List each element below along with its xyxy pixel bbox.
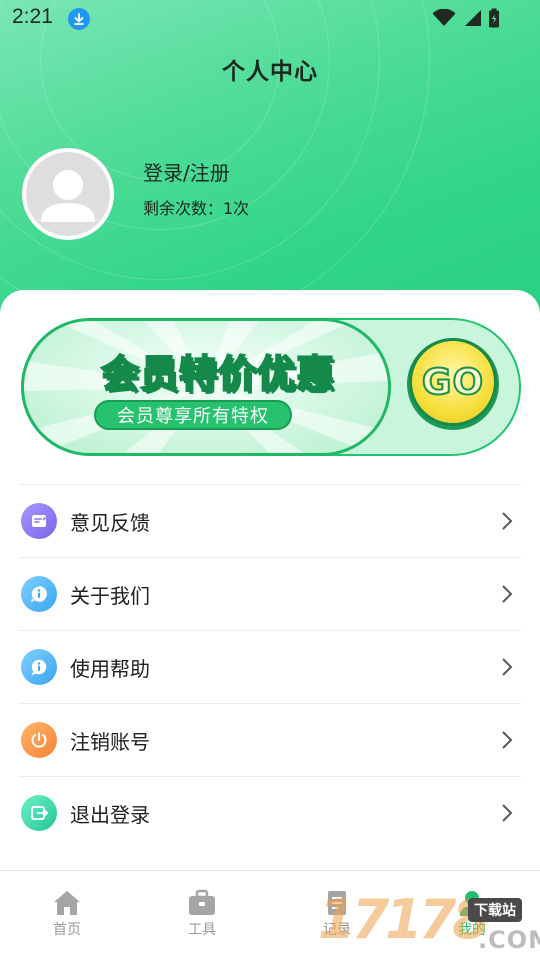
login-register-link[interactable]: 登录/注册 (143, 157, 230, 186)
tab-label: 首页 (53, 922, 81, 938)
home-icon (54, 891, 80, 915)
menu-item-help[interactable]: 使用帮助 (19, 630, 521, 703)
tab-home[interactable]: 首页 (27, 889, 107, 939)
battery-icon (489, 8, 499, 28)
chevron-right-icon (502, 585, 513, 603)
menu-item-label: 意见反馈 (70, 510, 150, 535)
info-icon (21, 576, 57, 612)
go-label: GO (421, 361, 485, 404)
settings-menu: 意见反馈 关于我们 使用帮助 注销账号 退出登录 (19, 484, 521, 849)
page-title: 个人中心 (222, 59, 318, 85)
menu-item-label: 注销账号 (70, 729, 150, 754)
menu-item-label: 退出登录 (70, 802, 150, 827)
download-status-icon (68, 8, 90, 30)
feedback-icon (21, 503, 57, 539)
signal-icon (465, 10, 481, 26)
logout-icon (21, 795, 57, 831)
banner-pill-face: 会员特价优惠 会员尊享所有特权 (24, 321, 388, 453)
site-watermark: 17178 下载站 .COM (318, 888, 540, 960)
watermark-domain: .COM (478, 926, 540, 954)
default-avatar-icon (41, 170, 95, 222)
menu-item-label: 关于我们 (70, 583, 150, 608)
wifi-icon (432, 9, 456, 26)
chevron-right-icon (502, 658, 513, 676)
menu-item-feedback[interactable]: 意见反馈 (19, 484, 521, 557)
avatar[interactable] (22, 148, 114, 240)
vip-banner[interactable]: 会员特价优惠 会员尊享所有特权 GO (21, 318, 521, 456)
tab-tools[interactable]: 工具 (162, 889, 242, 939)
menu-item-deregister[interactable]: 注销账号 (19, 703, 521, 776)
banner-pill: 会员特价优惠 会员尊享所有特权 (21, 318, 391, 456)
tab-label: 工具 (188, 922, 216, 938)
watermark-tag: 下载站 (468, 898, 522, 922)
help-icon (21, 649, 57, 685)
go-button[interactable]: GO (407, 338, 499, 430)
chevron-right-icon (502, 731, 513, 749)
remaining-count: 剩余次数：1次 (143, 199, 250, 218)
chevron-right-icon (502, 512, 513, 530)
deregister-icon (21, 722, 57, 758)
menu-item-logout[interactable]: 退出登录 (19, 776, 521, 849)
go-button-face: GO (409, 338, 497, 426)
menu-item-about[interactable]: 关于我们 (19, 557, 521, 630)
menu-item-label: 使用帮助 (70, 656, 150, 681)
toolbox-icon (189, 889, 215, 915)
status-time: 2:21 (12, 5, 53, 28)
watermark-digits: 17178 (318, 888, 490, 951)
chevron-right-icon (502, 804, 513, 822)
banner-title: 会员特价优惠 (100, 351, 335, 397)
status-icons (432, 8, 500, 28)
status-bar: 2:21 (0, 0, 540, 38)
banner-subtitle: 会员尊享所有特权 (94, 400, 292, 430)
